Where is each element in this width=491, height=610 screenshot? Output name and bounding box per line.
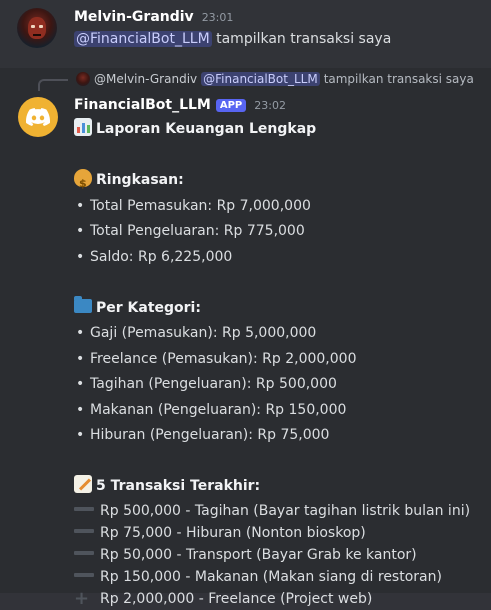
minus-icon bbox=[74, 506, 94, 511]
reply-avatar bbox=[76, 72, 90, 86]
bot-username[interactable]: FinancialBot_LLM APP 23:02 bbox=[74, 97, 286, 113]
user-message-text: tampilkan transaksi saya bbox=[216, 31, 392, 47]
report-title-line: Laporan Keuangan Lengkap bbox=[74, 117, 470, 143]
bot-avatar[interactable] bbox=[18, 97, 58, 137]
user-username[interactable]: Melvin-Grandiv 23:01 bbox=[74, 9, 233, 25]
categories-list: Gaji (Pemasukan): Rp 5,000,000 Freelance… bbox=[74, 321, 470, 449]
bar-chart-icon bbox=[74, 118, 92, 136]
category-item: Freelance (Pemasukan): Rp 2,000,000 bbox=[74, 347, 470, 373]
summary-item: Total Pengeluaran: Rp 775,000 bbox=[74, 219, 470, 245]
bot-message: @Melvin-Grandiv @FinancialBot_LLM tampil… bbox=[0, 68, 491, 609]
transaction-row: Rp 150,000 - Makanan (Makan siang di res… bbox=[74, 566, 470, 588]
categories-heading-line: Per Kategori: bbox=[74, 295, 470, 322]
user-message-time: 23:01 bbox=[201, 11, 234, 24]
plus-icon: + bbox=[74, 587, 90, 609]
transactions-heading: 5 Transaksi Terakhir: bbox=[96, 478, 261, 494]
reply-text: tampilkan transaksi saya bbox=[323, 72, 474, 86]
memo-icon bbox=[74, 475, 92, 493]
reply-connector bbox=[38, 79, 68, 91]
discord-logo-icon bbox=[26, 108, 50, 126]
reply-preview[interactable]: @Melvin-Grandiv @FinancialBot_LLM tampil… bbox=[76, 72, 474, 86]
transaction-text: Rp 75,000 - Hiburan (Nonton bioskop) bbox=[100, 524, 366, 541]
summary-item: Saldo: Rp 6,225,000 bbox=[74, 245, 470, 271]
minus-icon bbox=[74, 528, 94, 533]
bot-username-text[interactable]: FinancialBot_LLM bbox=[74, 97, 211, 113]
summary-heading-line: Ringkasan: bbox=[74, 168, 470, 197]
category-item: Makanan (Pengeluaran): Rp 150,000 bbox=[74, 398, 470, 424]
categories-heading: Per Kategori: bbox=[96, 299, 201, 316]
folder-icon bbox=[74, 295, 92, 313]
transactions-heading-line: 5 Transaksi Terakhir: bbox=[74, 474, 470, 500]
transaction-text: Rp 50,000 - Transport (Bayar Grab ke kan… bbox=[100, 546, 417, 563]
category-item: Tagihan (Pengeluaran): Rp 500,000 bbox=[74, 372, 470, 398]
summary-heading: Ringkasan: bbox=[96, 172, 184, 188]
transaction-row: Rp 500,000 - Tagihan (Bayar tagihan list… bbox=[74, 500, 470, 522]
summary-item: Total Pemasukan: Rp 7,000,000 bbox=[74, 194, 470, 220]
category-item: Hiburan (Pengeluaran): Rp 75,000 bbox=[74, 423, 470, 449]
category-item: Gaji (Pemasukan): Rp 5,000,000 bbox=[74, 321, 470, 347]
transaction-row: Rp 75,000 - Hiburan (Nonton bioskop) bbox=[74, 522, 470, 544]
transaction-text: Rp 500,000 - Tagihan (Bayar tagihan list… bbox=[100, 502, 471, 519]
app-badge: APP bbox=[215, 98, 247, 112]
transaction-row: + Rp 2,000,000 - Freelance (Project web) bbox=[74, 588, 470, 610]
bot-message-time: 23:02 bbox=[254, 98, 286, 112]
user-message: Melvin-Grandiv 23:01 @FinancialBot_LLM ta… bbox=[0, 0, 491, 68]
transaction-row: Rp 50,000 - Transport (Bayar Grab ke kan… bbox=[74, 544, 470, 566]
minus-icon bbox=[74, 572, 94, 577]
transaction-text: Rp 150,000 - Makanan (Makan siang di res… bbox=[100, 568, 442, 585]
reply-mention[interactable]: @FinancialBot_LLM bbox=[201, 72, 320, 86]
money-bag-icon bbox=[74, 169, 92, 197]
minus-icon bbox=[74, 550, 94, 555]
report-title: Laporan Keuangan Lengkap bbox=[96, 121, 317, 137]
user-avatar[interactable] bbox=[17, 8, 57, 48]
user-message-content: @FinancialBot_LLM tampilkan transaksi sa… bbox=[74, 31, 391, 47]
bot-mention[interactable]: @FinancialBot_LLM bbox=[74, 31, 212, 47]
user-username-text[interactable]: Melvin-Grandiv bbox=[74, 9, 194, 25]
reply-username[interactable]: @Melvin-Grandiv bbox=[94, 72, 197, 86]
bot-message-content: Laporan Keuangan Lengkap Ringkasan: Tota… bbox=[74, 117, 470, 610]
summary-list: Total Pemasukan: Rp 7,000,000 Total Peng… bbox=[74, 194, 470, 271]
